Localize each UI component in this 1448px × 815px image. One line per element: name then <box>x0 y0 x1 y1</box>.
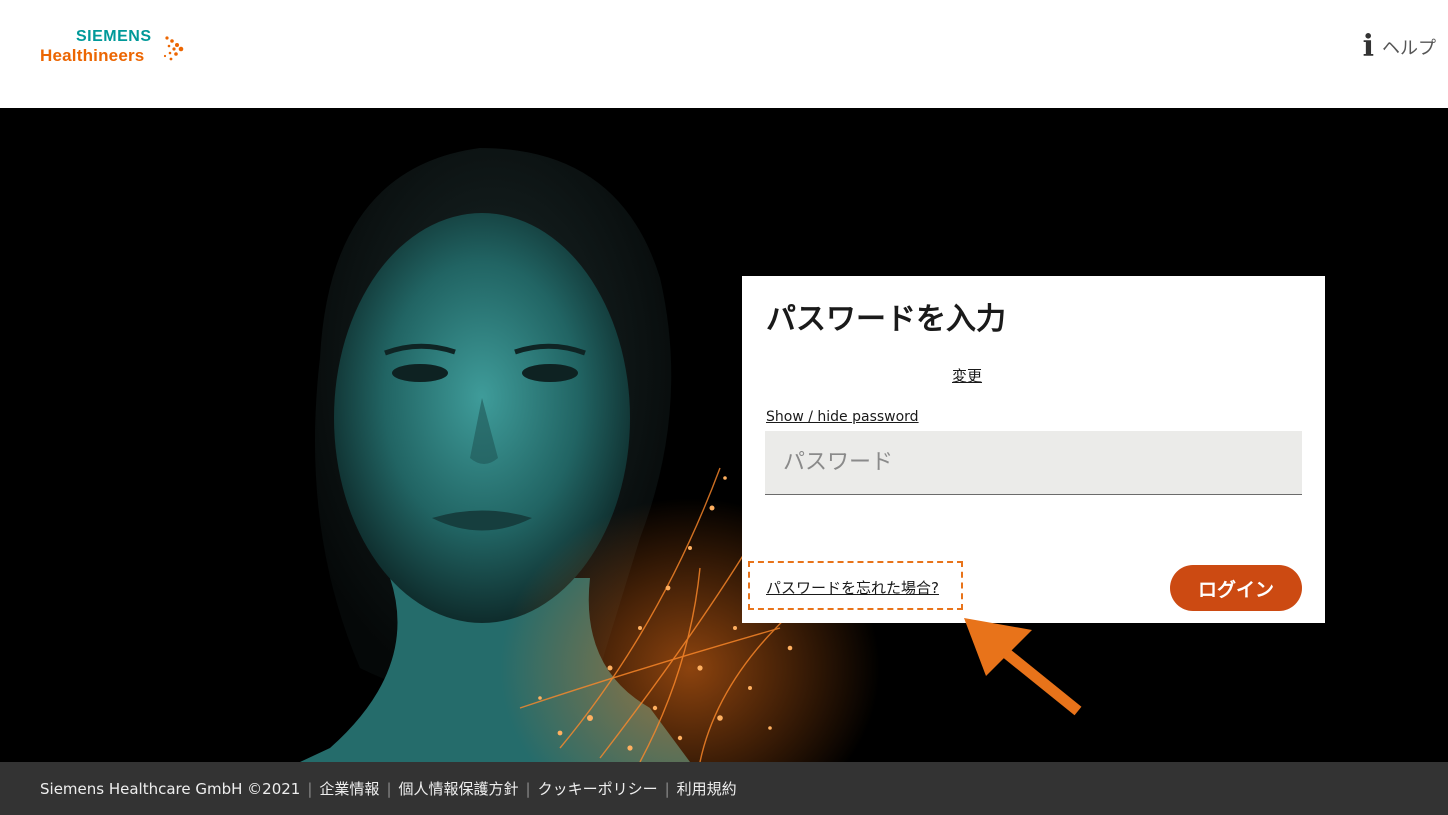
change-link[interactable]: 変更 <box>952 365 982 386</box>
page-title: パスワードを入力 <box>766 302 1006 337</box>
help-label: ヘルプ <box>1382 38 1436 59</box>
footer-separator: | <box>386 779 392 798</box>
footer-separator: | <box>664 779 670 798</box>
logo-siemens-text: SIEMENS <box>76 28 152 45</box>
show-hide-password-link[interactable]: Show / hide password <box>766 409 919 425</box>
annotation-arrow-icon <box>964 618 1082 716</box>
footer-link-company-info[interactable]: 企業情報 <box>319 778 379 799</box>
header: SIEMENS Healthineers i ヘルプ <box>0 0 1448 108</box>
footer: Siemens Healthcare GmbH ©2021 | 企業情報 | 個… <box>0 762 1448 815</box>
logo-dots-icon <box>163 36 184 61</box>
help-link[interactable]: i ヘルプ <box>1363 32 1436 62</box>
siemens-healthineers-logo[interactable]: SIEMENS Healthineers <box>40 28 200 72</box>
footer-link-cookie-policy[interactable]: クッキーポリシー <box>538 778 658 799</box>
footer-copyright: Siemens Healthcare GmbH ©2021 <box>40 779 301 798</box>
logo-healthineers-text: Healthineers <box>40 46 145 65</box>
footer-link-privacy-policy[interactable]: 個人情報保護方針 <box>399 778 519 799</box>
forgot-password-link[interactable]: パスワードを忘れた場合? <box>766 577 939 598</box>
footer-separator: | <box>307 779 313 798</box>
footer-separator: | <box>525 779 531 798</box>
login-card: パスワードを入力 変更 Show / hide password パスワードを忘… <box>742 276 1325 623</box>
footer-link-terms-of-use[interactable]: 利用規約 <box>677 778 737 799</box>
login-button[interactable]: ログイン <box>1170 565 1302 611</box>
info-icon: i <box>1362 29 1374 64</box>
password-input[interactable] <box>765 431 1302 495</box>
